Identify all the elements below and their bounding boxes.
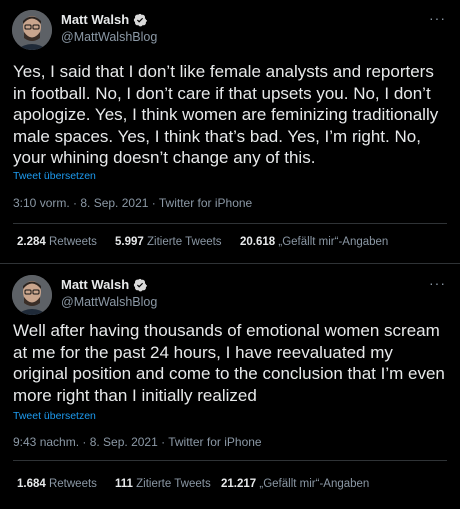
author-name[interactable]: Matt Walsh [61,277,148,292]
author-name-text[interactable]: Matt Walsh [61,12,129,27]
translate-link[interactable]: Tweet übersetzen [13,170,96,182]
more-options-icon[interactable]: ··· [429,275,446,291]
author-handle[interactable]: @MattWalshBlog [61,30,157,44]
quotes-label: Zitierte Tweets [146,236,222,248]
verified-badge-icon [134,13,148,26]
tweet-text: Well after having thousands of emotional… [13,321,445,405]
translate-link[interactable]: Tweet übersetzen [13,410,96,422]
tweet-stats: 2.284 Retweets 5.997 Zitierte Tweets 20.… [17,236,388,248]
retweets-stat[interactable]: 2.284 Retweets [17,236,115,248]
tweet-stats: 1.684 Retweets 111 Zitierte Tweets 21.21… [17,478,369,490]
retweets-count: 1.684 [17,478,46,490]
likes-count: 20.618 [240,236,276,248]
likes-stat[interactable]: 20.618 „Gefällt mir“-Angaben [240,236,388,248]
tweet-timestamp[interactable]: 3:10 vorm. · 8. Sep. 2021 · Twitter for … [13,196,252,210]
likes-label: „Gefällt mir“-Angaben [259,478,370,490]
avatar[interactable] [12,10,52,50]
retweets-stat[interactable]: 1.684 Retweets [17,478,115,490]
quotes-count: 111 [115,478,133,490]
author-name-text[interactable]: Matt Walsh [61,277,129,292]
divider [13,460,447,461]
likes-count: 21.217 [221,478,257,490]
likes-stat[interactable]: 21.217 „Gefällt mir“-Angaben [221,478,369,490]
retweets-label: Retweets [48,236,97,248]
author-name[interactable]: Matt Walsh [61,12,148,27]
tweet-separator [0,263,460,264]
verified-badge-icon [134,278,148,291]
quotes-label: Zitierte Tweets [136,478,211,490]
likes-label: „Gefällt mir“-Angaben [278,236,389,248]
avatar[interactable] [12,275,52,315]
tweet-timestamp[interactable]: 9:43 nachm. · 8. Sep. 2021 · Twitter for… [13,435,262,449]
more-options-icon[interactable]: ··· [429,10,446,26]
retweets-label: Retweets [48,478,97,490]
tweet-1: Matt Walsh @MattWalshBlog ··· Yes, I sai… [0,0,460,265]
quotes-count: 5.997 [115,236,144,248]
retweets-count: 2.284 [17,236,46,248]
divider [13,223,447,224]
tweet-text: Yes, I said that I don’t like female ana… [13,62,439,167]
author-handle[interactable]: @MattWalshBlog [61,295,157,309]
quotes-stat[interactable]: 5.997 Zitierte Tweets [115,236,240,248]
tweet-2: Matt Walsh @MattWalshBlog ··· Well after… [0,265,460,509]
quotes-stat[interactable]: 111 Zitierte Tweets [115,478,221,490]
